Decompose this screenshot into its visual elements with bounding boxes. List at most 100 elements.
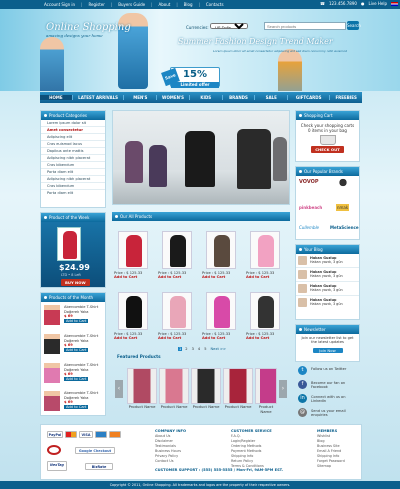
add-to-cart-link[interactable]: Add to Cart [202, 275, 244, 279]
featured-item[interactable]: Product Name [255, 368, 277, 414]
month-item-add-to-cart[interactable]: Add to Cart [64, 347, 89, 352]
nav-brands[interactable]: BRANDS [223, 95, 256, 100]
featured-prev-arrow[interactable]: ‹ [115, 380, 123, 398]
brand-logo-chanel[interactable] [332, 178, 354, 187]
month-item[interactable]: Abercombie T-Shirt Doğerek Yaka $ 69 Add t… [42, 390, 106, 414]
topbar-link-contacts[interactable]: Contacts [206, 2, 224, 7]
category-item[interactable]: Cras bibendum [41, 183, 105, 190]
add-to-cart-link[interactable]: Add to Cart [114, 336, 156, 340]
month-item-add-to-cart[interactable]: Add to Cart [64, 318, 89, 323]
category-item[interactable]: Amet consectetur [41, 127, 105, 134]
product-card[interactable]: Price : $ 125.33 Add to Cart [202, 292, 244, 352]
checkout-button[interactable]: CHECK OUT [311, 146, 344, 153]
brand-logo-pinkbeach[interactable]: pinkbeach [299, 205, 322, 210]
page-link-next[interactable]: Next >> [209, 347, 227, 351]
month-item[interactable]: Abercombie T-Shirt Doğerek Yaka $ 69 Add t… [42, 333, 106, 357]
product-card[interactable]: Price : $ 125.33 Add to Cart [246, 292, 288, 352]
featured-image[interactable] [127, 368, 157, 404]
social-linkedin[interactable]: in Connect with us on LinkedIn [295, 392, 360, 406]
save-badge[interactable]: Save 15% Limited offer [161, 67, 220, 88]
product-image[interactable] [206, 231, 236, 269]
product-image[interactable] [250, 231, 280, 269]
nav-sale[interactable]: SALE [255, 95, 289, 100]
product-image[interactable] [162, 292, 192, 330]
brand-logo-metascience[interactable]: MetaScience [330, 225, 359, 230]
category-item[interactable]: Cras euismod lacus [41, 141, 105, 148]
currency-select[interactable]: US Dollar [209, 23, 248, 29]
site-logo[interactable]: Online Shopping amazing designs your hom… [46, 22, 131, 38]
page-link-2[interactable]: 2 [184, 347, 188, 351]
product-image[interactable] [250, 292, 280, 330]
month-item[interactable]: Abercombie T-Shirt Doğerek Yaka $ 69 Add t… [42, 362, 106, 386]
featured-next-arrow[interactable]: › [279, 380, 287, 398]
brand-logo-vovop[interactable]: VOVOP [299, 179, 319, 185]
nav-mens[interactable]: MEN'S [124, 95, 158, 100]
blog-item[interactable]: Hakan Guzlup Hakan yazdı, 3 gün [296, 296, 359, 310]
buy-now-button[interactable]: BUY NOW [61, 279, 90, 286]
add-to-cart-link[interactable]: Add to Cart [114, 275, 156, 279]
live-help-link[interactable]: Live Help [368, 1, 387, 6]
search-button[interactable]: Search [347, 21, 361, 30]
nav-giftcards[interactable]: GIFTCARDS [288, 95, 331, 100]
blog-item[interactable]: Hakan Guzlup Hakan yazdı, 3 gün [296, 282, 359, 296]
featured-item[interactable]: Product Name [159, 368, 189, 414]
category-item[interactable]: Adipiscing elit [41, 134, 105, 141]
product-image[interactable] [206, 292, 236, 330]
product-card[interactable]: Price : $ 125.33 Add to Cart [114, 231, 156, 291]
category-item[interactable]: Porta diam elit [41, 169, 105, 176]
store-banner-image[interactable] [112, 110, 290, 205]
month-item-add-to-cart[interactable]: Add to Cart [64, 404, 89, 409]
flag-icon[interactable] [391, 1, 398, 6]
topbar-link-buyers-guide[interactable]: Buyers Guide [118, 2, 145, 7]
product-card[interactable]: Price : $ 125.33 Add to Cart [202, 231, 244, 291]
brand-logo-cullemble[interactable]: Cullemble [299, 225, 319, 230]
nav-home[interactable]: HOME [40, 95, 73, 100]
featured-item[interactable]: Product Name [127, 368, 157, 414]
page-link-5[interactable]: 5 [203, 347, 207, 351]
topbar-link-signin[interactable]: Account Sign in [44, 2, 75, 7]
featured-image[interactable] [191, 368, 221, 404]
product-card[interactable]: Price : $ 125.33 Add to Cart [158, 292, 200, 352]
topbar-link-register[interactable]: Register [88, 2, 104, 7]
product-image[interactable] [162, 231, 192, 269]
add-to-cart-link[interactable]: Add to Cart [158, 336, 200, 340]
footer-link[interactable]: Contact Us [155, 459, 186, 464]
product-card[interactable]: Price : $ 125.33 Add to Cart [158, 231, 200, 291]
page-link-3[interactable]: 3 [191, 347, 195, 351]
featured-image[interactable] [223, 368, 253, 404]
product-image[interactable] [118, 292, 148, 330]
product-card[interactable]: Price : $ 125.33 Add to Cart [246, 231, 288, 291]
footer-link[interactable]: Sitemap [317, 464, 345, 469]
topbar-link-blog[interactable]: Blog [184, 2, 193, 7]
nav-latest-arrivals[interactable]: LATEST ARRIVALS [73, 95, 125, 100]
product-card[interactable]: Price : $ 125.33 Add to Cart [114, 292, 156, 352]
month-item-add-to-cart[interactable]: Add to Cart [64, 376, 89, 381]
category-item[interactable]: Adipiscing nibh placerat [41, 176, 105, 183]
social-twitter[interactable]: t Follow us on Twitter [295, 364, 360, 378]
week-product-image[interactable] [57, 227, 81, 261]
social-facebook[interactable]: f Become our fan on Facebook [295, 378, 360, 392]
page-link-4[interactable]: 4 [197, 347, 201, 351]
search-input[interactable] [264, 22, 346, 30]
featured-image[interactable] [159, 368, 189, 404]
nav-womens[interactable]: WOMEN'S [157, 95, 190, 100]
category-item[interactable]: Cras bibendum [41, 162, 105, 169]
category-item[interactable]: Lorem ipsum dolor sit [41, 120, 105, 127]
featured-item[interactable]: Product Name [223, 368, 253, 414]
category-item[interactable]: Dapibus ante mattis [41, 148, 105, 155]
featured-item[interactable]: Product Name [191, 368, 221, 414]
featured-image[interactable] [255, 368, 277, 404]
add-to-cart-link[interactable]: Add to Cart [246, 336, 288, 340]
add-to-cart-link[interactable]: Add to Cart [202, 336, 244, 340]
product-image[interactable] [118, 231, 148, 269]
join-now-button[interactable]: Join Now [312, 348, 343, 353]
nav-kids[interactable]: KIDS [190, 95, 223, 100]
month-item[interactable]: Abercombie T-Shirt Doğerek Yaka $ 69 Add t… [42, 304, 106, 328]
nav-freebies[interactable]: FREEBIES [330, 95, 362, 100]
category-item[interactable]: Adipiscing nibh placerat [41, 155, 105, 162]
topbar-link-about[interactable]: About [158, 2, 170, 7]
brand-logo-nmak[interactable]: nmak [336, 204, 350, 211]
page-link-1[interactable]: 1 [178, 347, 183, 351]
add-to-cart-link[interactable]: Add to Cart [158, 275, 200, 279]
add-to-cart-link[interactable]: Add to Cart [246, 275, 288, 279]
